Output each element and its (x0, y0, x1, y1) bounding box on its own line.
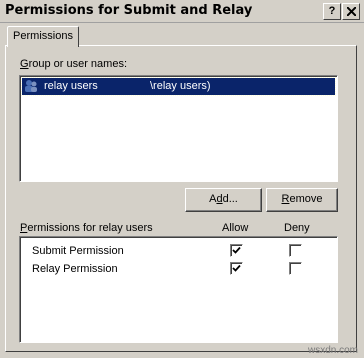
help-button[interactable]: ? (323, 3, 341, 20)
allow-checkbox-submit[interactable] (230, 244, 243, 257)
window-title: Permissions for Submit and Relay (5, 3, 253, 18)
allow-checkbox-relay[interactable] (230, 262, 243, 275)
close-button[interactable] (342, 3, 360, 20)
checkmark-icon (232, 246, 241, 254)
deny-column-header: Deny (284, 222, 310, 234)
permissions-header: Permissions for relay users (20, 222, 153, 234)
watermark: wsxdn.com (307, 345, 358, 356)
allow-column-header: Allow (222, 222, 249, 234)
permission-name: Relay Permission (32, 263, 118, 275)
list-item-domain: \relay users) (150, 80, 211, 92)
close-icon (345, 6, 357, 17)
deny-checkbox-submit[interactable] (289, 244, 302, 257)
deny-checkbox-relay[interactable] (289, 262, 302, 275)
group-list-label: Group or user names: (20, 58, 127, 70)
remove-button-label: Remove (281, 193, 323, 205)
tab-permissions[interactable]: Permissions (7, 26, 79, 47)
permission-name: Submit Permission (32, 245, 124, 257)
add-button[interactable]: Add... (185, 188, 262, 212)
user-group-icon (25, 80, 37, 92)
list-item-relay-users[interactable]: relay users \relay users) (21, 77, 336, 96)
checkmark-icon (232, 264, 241, 272)
group-user-list[interactable]: relay users \relay users) (19, 75, 338, 182)
remove-button[interactable]: Remove (266, 188, 338, 212)
add-button-label: Add... (209, 193, 238, 205)
title-bar: Permissions for Submit and Relay ? (0, 0, 364, 23)
list-item-name: relay users (44, 80, 98, 92)
